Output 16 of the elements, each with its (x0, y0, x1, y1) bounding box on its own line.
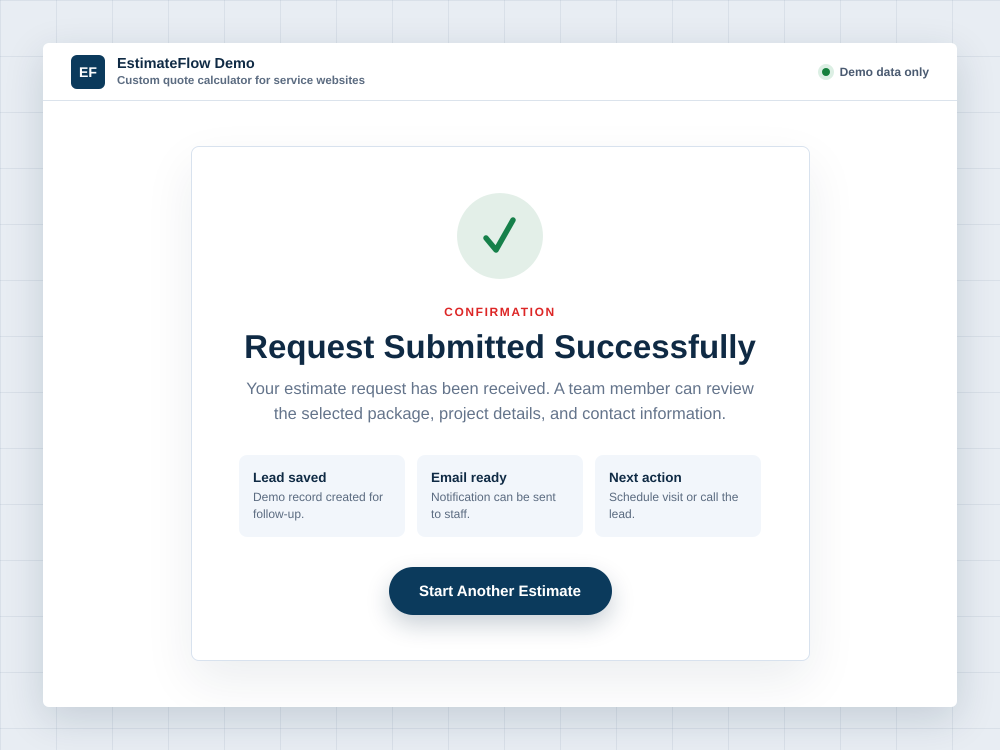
start-another-estimate-button[interactable]: Start Another Estimate (388, 567, 612, 615)
info-card-title: Lead saved (253, 470, 328, 485)
status-dot-icon (818, 64, 834, 80)
app-title: EstimateFlow Demo (117, 56, 256, 72)
app-logo: EF (71, 54, 105, 88)
app-subtitle: Custom quote calculator for service websites (117, 75, 365, 87)
eyebrow-label: CONFIRMATION (444, 305, 556, 319)
confirmation-title: Request Submitted Successfully (244, 327, 756, 367)
status-label: Demo data only (840, 64, 929, 78)
info-card-text: Schedule visit or call the lead. (609, 489, 740, 523)
info-card-title: Next action (609, 470, 683, 485)
check-icon (457, 193, 543, 279)
confirmation-message: Your estimate request has been received. A team member can review the selected package, project details, and contact information. (245, 379, 755, 425)
info-card-title: Email ready (431, 470, 508, 485)
info-card-text: Notification can be sent to staff. (431, 489, 557, 523)
info-card-text: Demo record created for follow-up. (253, 489, 384, 523)
